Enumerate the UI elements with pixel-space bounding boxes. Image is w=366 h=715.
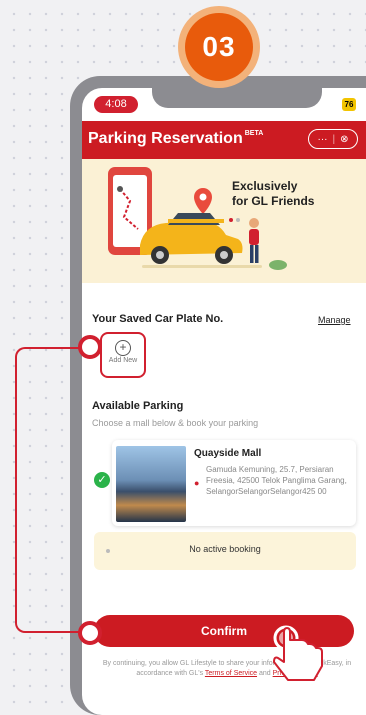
terms-link[interactable]: Terms of Service — [205, 670, 257, 677]
banner-line-2: for GL Friends — [232, 194, 315, 208]
phone-notch — [152, 88, 322, 108]
manage-link[interactable]: Manage — [318, 315, 351, 325]
connector-handle-bottom — [78, 621, 102, 645]
capsule-divider: | — [332, 133, 336, 145]
tutorial-connector-line — [15, 347, 97, 633]
banner-line-1: Exclusively — [232, 179, 298, 193]
booking-status-panel: No active booking — [94, 532, 356, 570]
hand-pointer-icon — [273, 625, 323, 681]
miniapp-capsule: ··· | ⊗ — [308, 129, 358, 149]
connector-handle-top — [78, 335, 102, 359]
plus-circle-icon: + — [115, 340, 131, 356]
add-new-label: Add New — [108, 357, 138, 364]
promo-banner[interactable]: Exclusively for GL Friends — [82, 159, 366, 283]
mall-name: Quayside Mall — [194, 448, 262, 459]
available-parking-title: Available Parking — [92, 400, 184, 412]
mall-image — [116, 446, 186, 522]
booking-status-text: No active booking — [189, 544, 261, 554]
beta-badge: BETA — [244, 130, 264, 137]
status-bar: 4:08 76 — [82, 88, 366, 121]
banner-headline: Exclusively for GL Friends — [232, 179, 314, 209]
page-title-text: Parking Reservation — [88, 130, 243, 147]
banner-illustration — [108, 167, 287, 270]
phone-frame: 4:08 76 Parking ReservationBETA ··· | ⊗ — [70, 76, 366, 715]
mall-address: Gamuda Kemuning, 25.7, Persiaran Freesia… — [206, 465, 347, 496]
add-new-car-plate-button[interactable]: + Add New — [100, 332, 146, 378]
mall-card[interactable]: Quayside Mall ● Gamuda Kemuning, 25.7, P… — [112, 440, 356, 526]
app-header: Parking Reservation BETA ··· | ⊗ — [82, 121, 366, 159]
location-pin-icon: ● — [194, 478, 200, 488]
available-parking-subtitle: Choose a mall below & book your parking — [92, 418, 259, 428]
step-number: 03 — [185, 13, 253, 81]
battery-icon: 76 — [342, 98, 356, 111]
phone-screen: 4:08 76 Parking ReservationBETA ··· | ⊗ — [82, 88, 366, 715]
carousel-indicator — [229, 218, 240, 222]
page-title: Parking Reservation BETA — [88, 130, 263, 148]
more-icon[interactable]: ··· — [318, 134, 328, 145]
step-badge: 03 — [178, 6, 260, 88]
carousel-dot — [236, 218, 240, 222]
car-plate-section-title: Your Saved Car Plate No. — [92, 313, 224, 325]
close-circle-icon[interactable]: ⊗ — [340, 134, 348, 145]
carousel-dot-active — [229, 218, 233, 222]
status-time: 4:08 — [94, 96, 138, 113]
